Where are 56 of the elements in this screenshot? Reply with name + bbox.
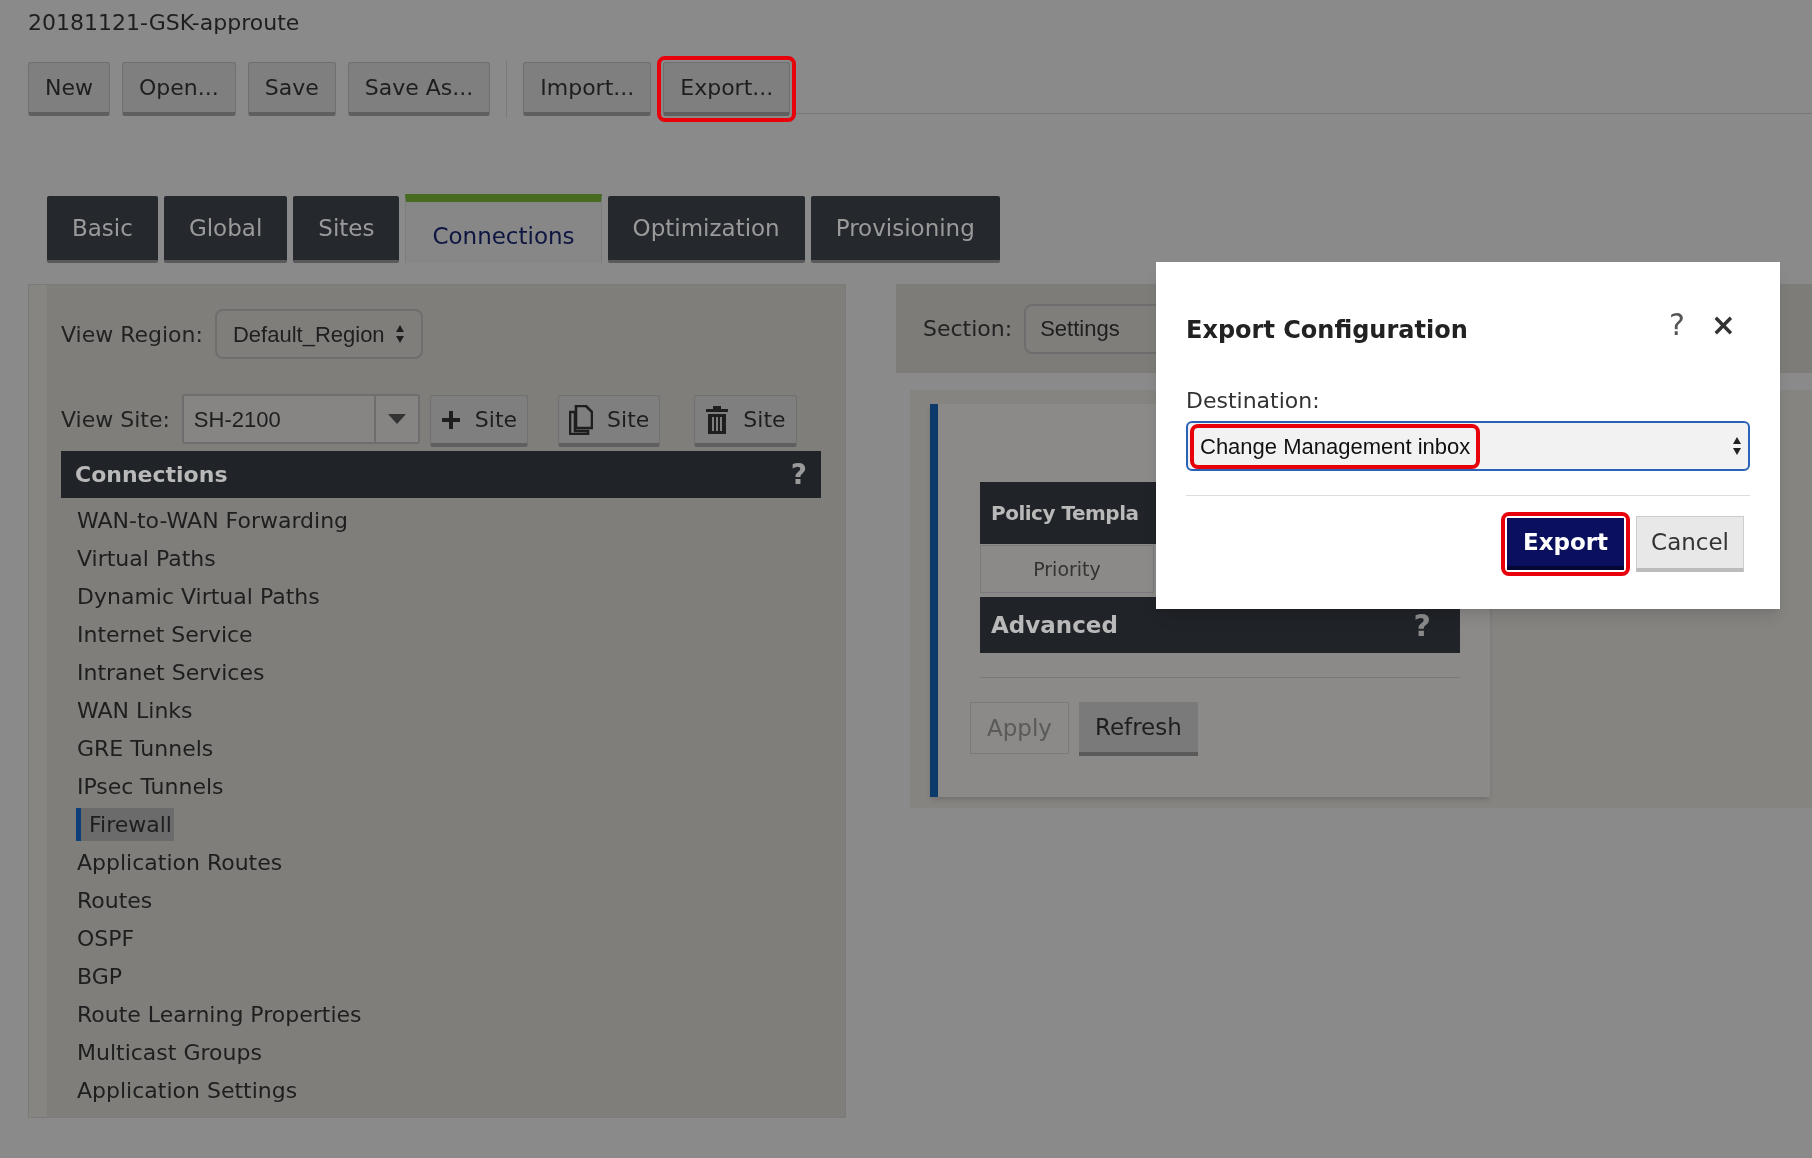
site-button[interactable]: Site [694, 395, 797, 447]
nav-item[interactable]: Firewall [76, 807, 174, 841]
trash-icon [705, 404, 730, 435]
cancel-button[interactable]: Cancel [1636, 516, 1744, 572]
toolbar-button[interactable]: Save [247, 62, 336, 116]
field-label: View Site: [61, 405, 170, 434]
card-button[interactable]: Refresh [1078, 702, 1198, 756]
site-button[interactable]: Site [429, 395, 529, 447]
region-select[interactable]: Default_Region [214, 309, 423, 359]
nav-item[interactable]: IPsec Tunnels [77, 769, 224, 803]
nav-item[interactable]: Route Learning Properties [77, 997, 362, 1031]
nav-item[interactable]: Application Routes [77, 845, 283, 879]
header-title: Connections [75, 461, 228, 489]
toolbar-button[interactable]: Export... [663, 62, 791, 116]
copy-icon [569, 404, 594, 435]
dropdown-caret-icon [387, 414, 406, 424]
updown-arrows-icon [394, 324, 405, 344]
destination-select[interactable]: Change Management inbox [1186, 421, 1750, 471]
tab[interactable]: Connections [405, 194, 602, 263]
nav-item[interactable]: Virtual Paths [77, 541, 216, 575]
tab[interactable]: Basic [47, 196, 158, 263]
nav-item[interactable]: OSPF [77, 921, 135, 955]
toolbar-button[interactable]: Save As... [347, 62, 491, 116]
site-button[interactable]: Site [558, 395, 661, 447]
toolbar-button[interactable]: Open... [122, 62, 236, 116]
tab[interactable]: Sites [293, 196, 400, 263]
toolbar-button[interactable]: Import... [523, 62, 652, 116]
nav-item[interactable]: GRE Tunnels [77, 731, 214, 765]
toolbar-button[interactable]: New [28, 62, 110, 116]
help-icon[interactable]: ? [1668, 302, 1685, 347]
header-title: Advanced [991, 610, 1118, 640]
close-icon[interactable]: × [1710, 302, 1736, 347]
updown-arrows-icon [1732, 436, 1742, 456]
plus-icon [440, 409, 461, 430]
nav-item[interactable]: Routes [77, 883, 153, 917]
document-title: 20181121-GSK-approute [28, 9, 300, 37]
nav-item[interactable]: BGP [77, 959, 123, 993]
field-label: View Region: [61, 320, 203, 349]
tab[interactable]: Global [163, 196, 288, 263]
export-button[interactable]: Export [1506, 518, 1625, 570]
nav-item[interactable]: Dynamic Virtual Paths [77, 579, 320, 613]
field-label: Section: [923, 315, 1013, 343]
nav-item[interactable]: Application Settings [77, 1073, 298, 1107]
nav-item[interactable]: Internet Service [77, 617, 253, 651]
field-label: Destination: [1186, 387, 1321, 415]
site-combobox[interactable]: SH-2100 [181, 394, 420, 444]
nav-item[interactable]: WAN Links [77, 693, 193, 727]
highlight-frame: Change Management inbox [1190, 423, 1481, 469]
tab[interactable]: Provisioning [810, 196, 1000, 263]
nav-item[interactable]: WAN-to-WAN Forwarding [77, 503, 349, 537]
column-header: Priority [980, 545, 1154, 593]
nav-item[interactable]: Multicast Groups [77, 1035, 262, 1069]
nav-item[interactable]: Intranet Services [77, 655, 265, 689]
tab[interactable]: Optimization [607, 196, 805, 263]
help-icon[interactable]: ? [790, 453, 807, 496]
header-title: Policy Templa [991, 500, 1139, 527]
